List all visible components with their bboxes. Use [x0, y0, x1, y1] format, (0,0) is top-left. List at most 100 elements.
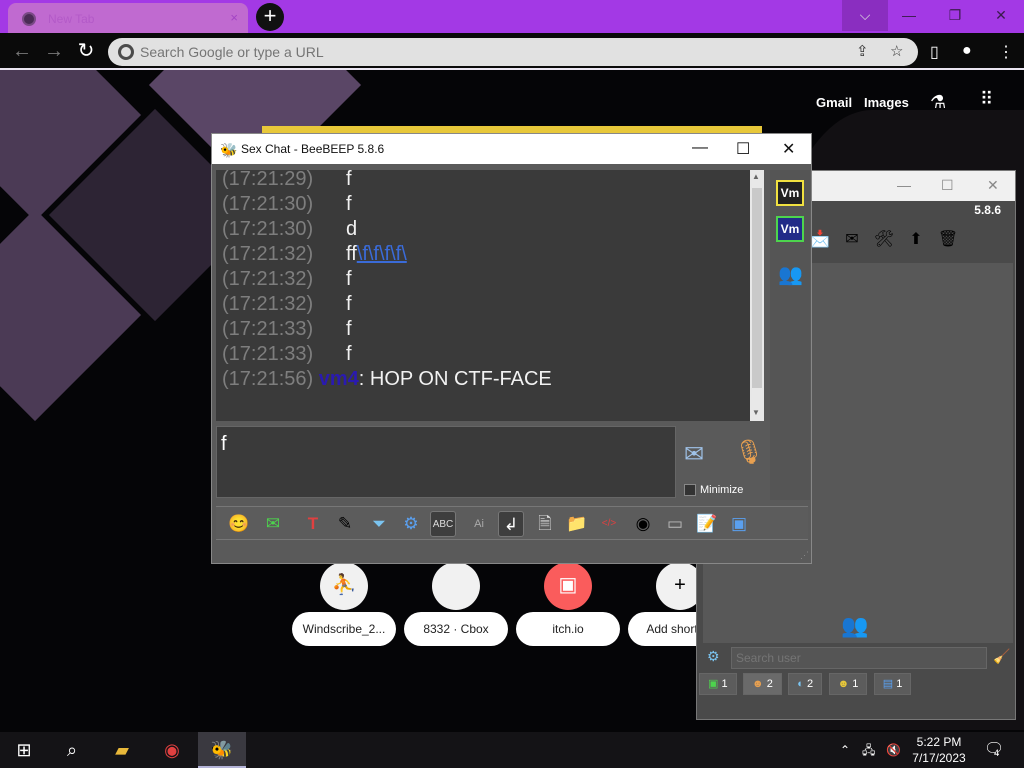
group-members-icon[interactable]: 👥 [778, 262, 803, 287]
chrome-icon[interactable]: ◉ [148, 732, 196, 768]
close-tab-icon[interactable]: × [230, 10, 238, 25]
clear-chat-icon[interactable]: ▭ [662, 511, 688, 537]
tab-new-tab[interactable]: New Tab × [8, 3, 248, 33]
scroll-up-icon[interactable]: ▲ [752, 172, 760, 181]
tab-shares[interactable]: ☻ 1 [828, 673, 868, 695]
update-icon[interactable]: ⬆ [903, 227, 929, 253]
google-apps-icon[interactable]: ⠿ [980, 90, 1000, 116]
reload-icon[interactable]: ↻ [74, 40, 98, 64]
menu-icon[interactable]: ⋮ [998, 42, 1014, 62]
minimize-button[interactable]: — [897, 177, 911, 193]
tools-icon[interactable]: 🛠 [871, 227, 897, 253]
message-link[interactable]: \f\f\f\f\ [357, 243, 407, 265]
close-button[interactable]: ✕ [782, 139, 795, 159]
bookmark-star-icon[interactable]: ☆ [890, 42, 903, 60]
restore-button[interactable]: ❐ [932, 0, 978, 31]
groups-icon: ◐ [797, 678, 804, 690]
message-text: f [346, 193, 352, 215]
color-picker-icon[interactable]: ✎ [332, 511, 358, 537]
shortcut-itchio[interactable]: ▣ itch.io [516, 562, 620, 646]
compose-icon[interactable]: ✉ [839, 227, 865, 253]
beebeep-taskbar-icon[interactable]: 🐝 [198, 732, 246, 768]
save-chat-icon[interactable]: 🗎 [532, 511, 558, 537]
tab-files[interactable]: ▤ 1 [873, 673, 912, 695]
new-tab-button[interactable]: + [256, 3, 284, 31]
word-completer-icon[interactable]: Ai [466, 511, 492, 537]
close-button[interactable]: ✕ [987, 177, 999, 194]
timestamp: (17:21:32) [222, 243, 314, 265]
shortcut-label: 8332 · Cbox [404, 612, 508, 646]
timestamp: (17:21:56) [222, 368, 314, 390]
tray-overflow-icon[interactable]: ⌃ [840, 732, 850, 768]
message-text: d [346, 218, 358, 240]
taskbar: ⊞ ⌕ ▰ ◉ 🐝 ⌃ 🖧 🔇 5:22 PM 7/17/2023 🗨 4 [0, 732, 1024, 768]
tab-chats[interactable]: ▣ 1 [699, 673, 737, 695]
share-icon[interactable]: ⇪ [856, 42, 869, 60]
chat-settings-icon[interactable]: ▣ [726, 511, 752, 537]
user-avatar-badge[interactable]: Vm [776, 180, 804, 206]
windows-start-icon[interactable]: ⊞ [0, 732, 48, 768]
resize-grip-icon[interactable]: ⋰ [800, 550, 809, 561]
minimize-button[interactable]: — [886, 0, 932, 31]
filter-icon[interactable]: ⏷ [366, 511, 392, 537]
chat-message: (17:21:32) f [222, 293, 352, 318]
font-icon[interactable]: T [300, 511, 326, 537]
minimize-checkbox[interactable] [684, 484, 696, 496]
trash-icon[interactable]: 🗑 [935, 227, 961, 253]
tab-search-button[interactable]: ⌵ [842, 0, 888, 31]
maximize-button[interactable]: ☐ [941, 177, 954, 194]
profile-icon[interactable]: ● [962, 42, 972, 60]
labs-flask-icon[interactable]: ⚗ [930, 92, 952, 114]
microphone-icon[interactable]: 🎙 [734, 438, 764, 467]
search-user-input[interactable] [731, 647, 987, 669]
network-icon[interactable]: 🖧 [862, 732, 875, 768]
html-code-icon[interactable]: </> [596, 511, 622, 537]
settings-gear-icon[interactable]: ⚙ [707, 648, 720, 665]
volume-muted-icon[interactable]: 🔇 [886, 732, 901, 768]
message-input-area[interactable]: f [216, 426, 676, 498]
settings-gear-icon[interactable]: ⚙ [398, 511, 424, 537]
timestamp: (17:21:32) [222, 293, 314, 315]
chat-message: (17:21:33) f [222, 318, 352, 343]
tab-strip: New Tab × + ⌵ — ❐ ✕ [0, 0, 1024, 33]
screenshot-icon[interactable]: ◉ [630, 511, 656, 537]
tab-groups[interactable]: ◐ 2 [788, 673, 823, 695]
send-message-icon[interactable]: ✉ [684, 440, 704, 469]
side-panel-icon[interactable]: ▯ [930, 42, 939, 62]
search-icon[interactable]: ⌕ [48, 732, 96, 768]
scroll-thumb[interactable] [752, 188, 762, 388]
browser-toolbar: ← → ↻ ⇪ ☆ ▯ ● ⋮ [0, 33, 1024, 70]
message-text: f [346, 293, 352, 315]
forward-icon[interactable]: → [42, 40, 66, 64]
file-explorer-icon[interactable]: ▰ [98, 732, 146, 768]
back-icon[interactable]: ← [10, 40, 34, 64]
clock[interactable]: 5:22 PM 7/17/2023 [912, 734, 966, 766]
images-link[interactable]: Images [864, 95, 909, 110]
sender-nick[interactable]: vm4 [319, 368, 359, 390]
user-avatar-badge[interactable]: Vm [776, 216, 804, 242]
emoticon-icon[interactable]: 😊 [226, 511, 252, 537]
maximize-button[interactable]: ☐ [736, 139, 750, 159]
shortcut-windscribe[interactable]: ⛹ Windscribe_2... [292, 562, 396, 646]
message-input[interactable]: f [221, 433, 671, 493]
scroll-down-icon[interactable]: ▼ [752, 408, 760, 417]
address-bar[interactable]: ⇪ ☆ [108, 38, 918, 66]
chat-scrollbar[interactable]: ▲ ▼ [750, 170, 764, 421]
tab-users[interactable]: ☻ 2 [743, 673, 782, 695]
shortcut-cbox[interactable]: 8332 · Cbox [404, 562, 508, 646]
edit-icon[interactable]: 📝 [694, 511, 720, 537]
send-area: ✉ 🎙 Minimize [680, 426, 770, 498]
files-icon: ▤ [882, 678, 894, 690]
spellcheck-icon[interactable]: ABC [430, 511, 456, 537]
minimize-button[interactable]: — [692, 139, 708, 157]
timestamp: (17:21:33) [222, 343, 314, 365]
gmail-link[interactable]: Gmail [816, 95, 852, 110]
omnibox-input[interactable] [140, 42, 840, 62]
send-file-icon[interactable]: ✉ [260, 511, 286, 537]
enter-send-icon[interactable]: ↲ [498, 511, 524, 537]
folder-icon[interactable]: 📁 [564, 511, 590, 537]
member-column: Vm Vm 👥 [770, 170, 810, 500]
clear-search-icon[interactable]: 🧹 [993, 648, 1010, 665]
close-window-button[interactable]: ✕ [978, 0, 1024, 31]
clock-date: 7/17/2023 [912, 751, 966, 765]
